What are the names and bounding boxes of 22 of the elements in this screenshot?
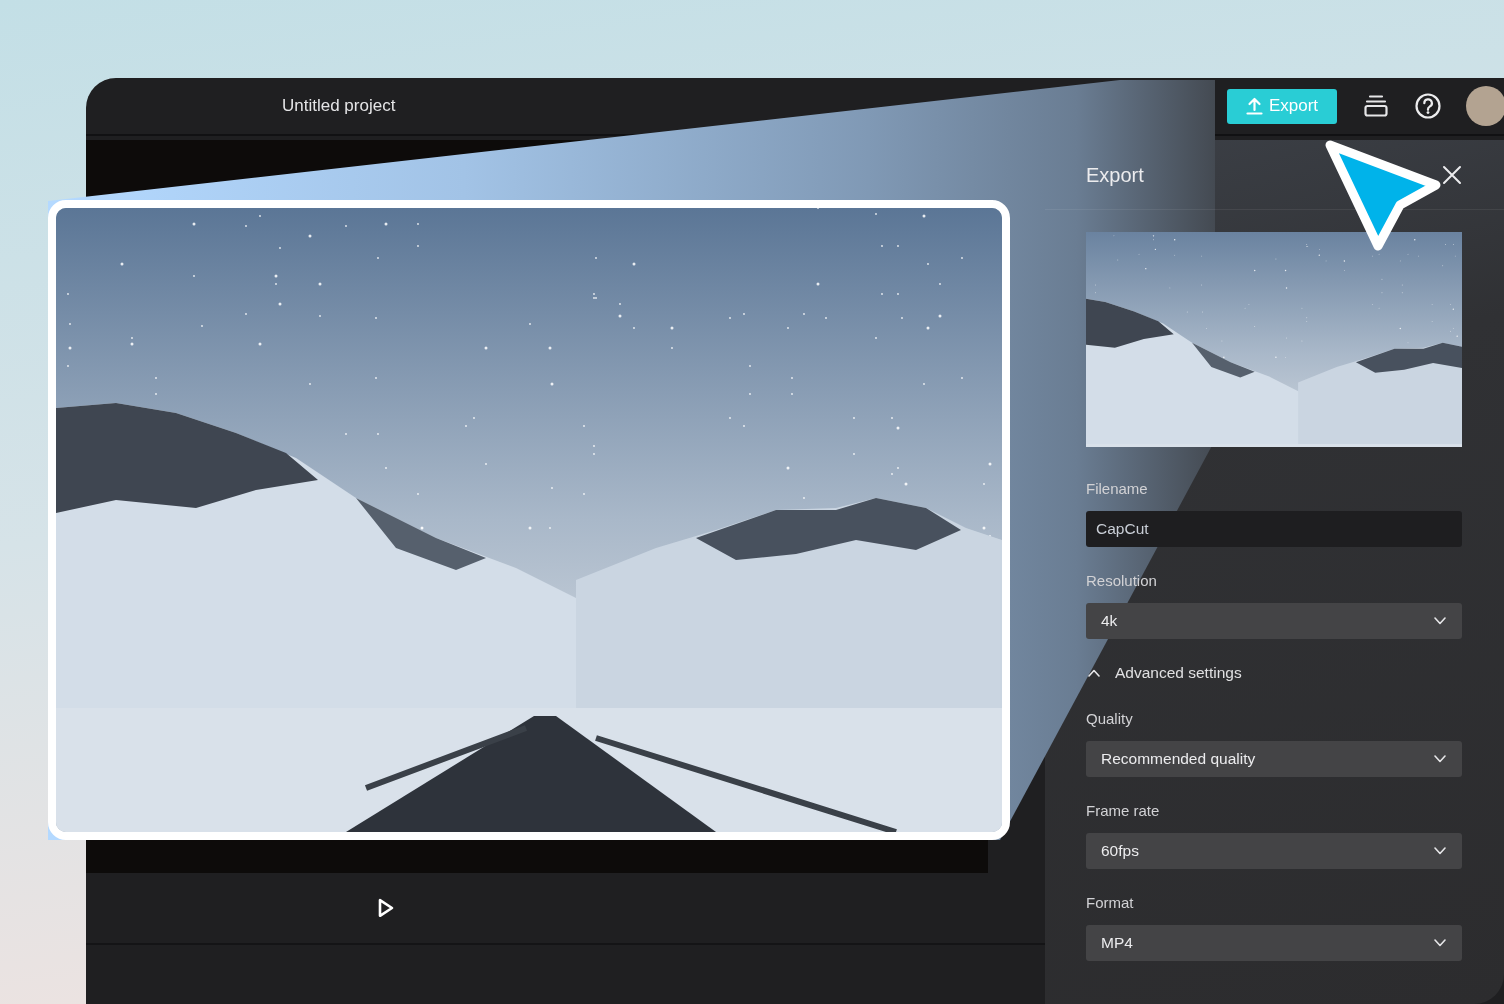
avatar-icon[interactable] <box>1466 86 1504 126</box>
chevron-down-icon <box>1434 617 1446 625</box>
select-dropdown[interactable]: 60fps <box>1086 833 1462 869</box>
panel-title: Export <box>1086 162 1144 188</box>
close-icon[interactable] <box>1442 164 1462 185</box>
field-label: Filename <box>1086 479 1149 499</box>
advanced-settings-toggle[interactable]: Advanced settings <box>1086 663 1242 683</box>
chevron-down-icon <box>1434 755 1446 763</box>
layers-icon[interactable] <box>1364 95 1388 117</box>
play-icon[interactable] <box>378 898 394 918</box>
chevron-down-icon <box>1434 847 1446 855</box>
text-input[interactable]: CapCut <box>1086 511 1462 547</box>
field-label: Quality <box>1086 709 1134 729</box>
select-dropdown[interactable]: MP4 <box>1086 925 1462 961</box>
chevron-down-icon <box>1434 939 1446 947</box>
project-title: Untitled project <box>282 95 396 118</box>
upload-icon <box>1245 97 1263 115</box>
field-label: Frame rate <box>1086 801 1161 821</box>
select-dropdown[interactable]: 4k <box>1086 603 1462 639</box>
select-dropdown[interactable]: Recommended quality <box>1086 741 1462 777</box>
help-icon[interactable] <box>1415 93 1441 119</box>
field-label: Format <box>1086 893 1135 913</box>
